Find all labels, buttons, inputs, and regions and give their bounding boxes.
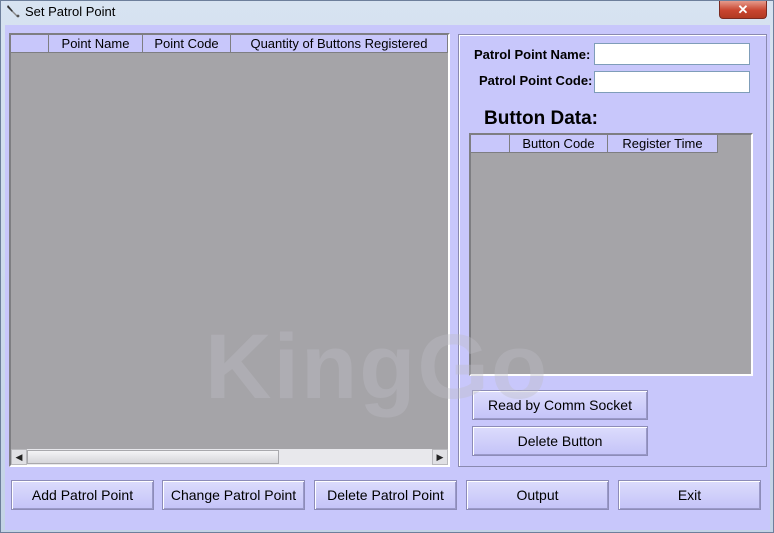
grid-header-point-code[interactable]: Point Code <box>143 35 231 53</box>
close-icon: ✕ <box>737 2 749 17</box>
client-area: Point Name Point Code Quantity of Button… <box>5 25 770 530</box>
exit-button[interactable]: Exit <box>618 480 761 510</box>
change-patrol-point-button[interactable]: Change Patrol Point <box>162 480 305 510</box>
patrol-point-grid[interactable]: Point Name Point Code Quantity of Button… <box>9 33 450 467</box>
delete-button-button[interactable]: Delete Button <box>472 426 648 456</box>
button-data-title: Button Data: <box>484 108 598 129</box>
button-grid-header-register-time[interactable]: Register Time <box>608 135 718 153</box>
close-button[interactable]: ✕ <box>719 1 767 19</box>
patrol-point-detail-panel: Patrol Point Name: Patrol Point Code: Bu… <box>458 34 767 467</box>
window-title: Set Patrol Point <box>25 4 116 19</box>
patrol-point-code-input[interactable] <box>594 71 750 93</box>
patrol-point-name-input[interactable] <box>594 43 750 65</box>
delete-patrol-point-button[interactable]: Delete Patrol Point <box>314 480 457 510</box>
button-grid-header-button-code[interactable]: Button Code <box>510 135 608 153</box>
set-patrol-point-window: Set Patrol Point ✕ Point Name Point Code… <box>0 0 774 533</box>
patrol-point-name-label: Patrol Point Name: <box>474 47 591 62</box>
scroll-thumb[interactable] <box>27 450 279 464</box>
grid-header-quantity-buttons[interactable]: Quantity of Buttons Registered <box>231 35 448 53</box>
app-icon <box>7 5 20 18</box>
scroll-right-icon[interactable]: ▶ <box>432 449 448 465</box>
button-data-grid[interactable]: Button Code Register Time <box>469 133 753 376</box>
add-patrol-point-button[interactable]: Add Patrol Point <box>11 480 154 510</box>
output-button[interactable]: Output <box>466 480 609 510</box>
grid-header-point-name[interactable]: Point Name <box>49 35 143 53</box>
grid-header-selector[interactable] <box>11 35 49 53</box>
patrol-point-code-label: Patrol Point Code: <box>479 73 593 88</box>
button-grid-header-selector[interactable] <box>471 135 510 153</box>
title-bar[interactable]: Set Patrol Point ✕ <box>1 1 773 23</box>
scroll-left-icon[interactable]: ◀ <box>11 449 27 465</box>
read-by-comm-socket-button[interactable]: Read by Comm Socket <box>472 390 648 420</box>
horizontal-scrollbar[interactable]: ◀ ▶ <box>11 449 448 465</box>
